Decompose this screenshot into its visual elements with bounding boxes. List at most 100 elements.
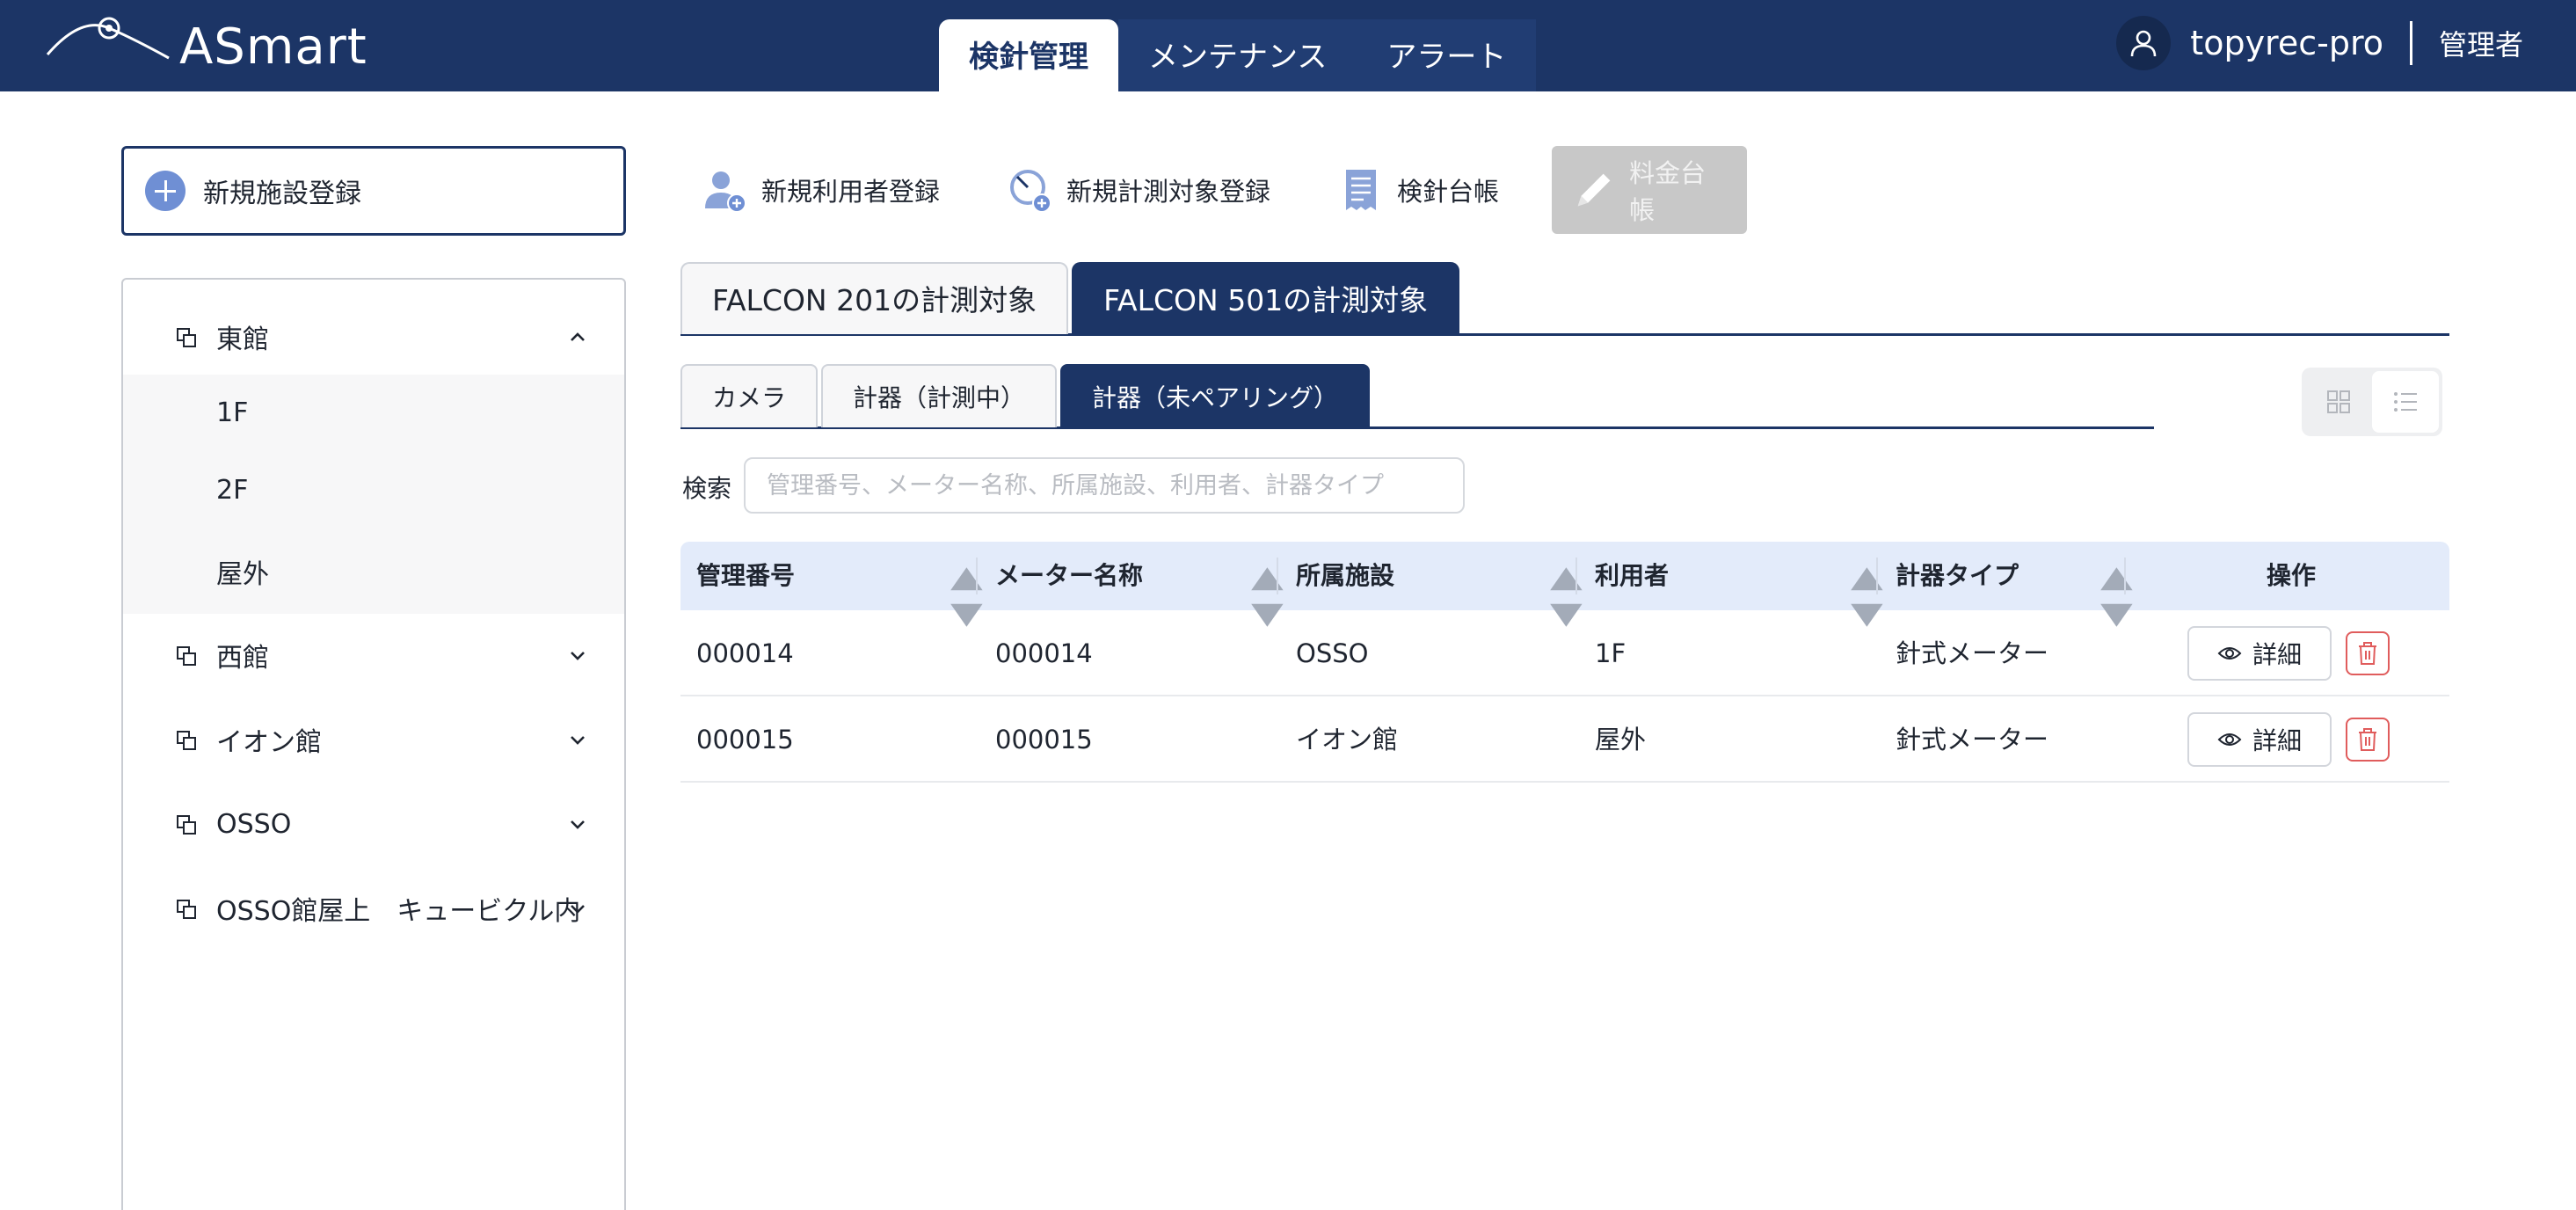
search-input[interactable] [744,457,1465,514]
add-user-icon [705,171,746,213]
user-menu[interactable]: topyrec-pro 管理者 [2116,16,2523,70]
ledger-button[interactable]: 検針台帳 [1323,146,1513,234]
meter-table: 管理番号 メーター名称 所属施設 利用者 計器タイプ 操作 000014 000… [680,542,2449,783]
username: topyrec-pro [2190,24,2383,62]
column-divider [1876,558,1878,594]
table-row: 000015 000015 イオン館 屋外 針式メーター 詳細 [680,696,2449,783]
cell-facility: OSSO [1296,638,1369,668]
tree-item-label: OSSO館屋上 キュービクル内 [216,896,581,927]
ledger-label: 検針台帳 [1397,177,1500,207]
cell-user: 屋外 [1595,725,1647,754]
top-header: ASmart 検針管理 メンテナンス アラート topyrec-pro 管理者 [0,0,2576,91]
tree-item-aeon-building[interactable]: イオン館 [123,702,624,777]
tab-falcon-501[interactable]: FALCON 501の計測対象 [1072,262,1460,334]
eye-icon [2217,647,2242,660]
column-divider [1575,558,1577,594]
fee-ledger-button[interactable]: 料金台帳 [1552,146,1748,234]
chevron-down-icon[interactable] [566,813,589,835]
cell-management-number: 000015 [696,725,794,754]
tab-falcon-201[interactable]: FALCON 201の計測対象 [680,262,1069,334]
column-header-label: 計器タイプ [1896,561,2019,590]
grid-view-button[interactable] [2305,371,2372,433]
eye-icon [2217,733,2242,746]
new-user-button[interactable]: 新規利用者登録 [688,146,954,234]
detail-button[interactable]: 詳細 [2187,712,2332,767]
column-header-label: 所属施設 [1296,561,1395,590]
facility-icon [177,731,196,750]
cell-facility: イオン館 [1296,725,1399,754]
new-user-label: 新規利用者登録 [761,177,941,207]
tree-item-west-building[interactable]: 西館 [123,617,624,693]
view-toggle [2302,368,2442,436]
detail-button[interactable]: 詳細 [2187,626,2332,681]
chevron-down-icon[interactable] [566,897,589,920]
tab-meter-measuring[interactable]: 計器（計測中） [821,364,1058,427]
new-target-button[interactable]: 新規計測対象登録 [993,146,1284,234]
tree-item-label: イオン館 [216,727,322,758]
facility-icon [177,328,196,347]
tree-item-osso-rooftop-cubicle[interactable]: OSSO館屋上 キュービクル内 [123,871,624,946]
list-view-button[interactable] [2372,371,2439,433]
new-target-label: 新規計測対象登録 [1066,177,1271,207]
tree-item-label: OSSO [216,808,292,840]
plus-circle-icon [145,171,186,211]
tab-meter-unpaired[interactable]: 計器（未ペアリング） [1060,364,1371,427]
cell-meter-name: 000014 [995,638,1093,668]
facility-icon [177,900,196,919]
column-header-label: 操作 [2267,561,2317,590]
nav-tab-maintenance[interactable]: メンテナンス [1118,19,1357,91]
tree-item-label: 西館 [216,643,269,674]
cell-meter-type: 針式メーター [1896,638,2049,668]
column-header-meter-type[interactable]: 計器タイプ [1896,542,2019,610]
facility-icon [177,646,196,666]
trash-icon [2359,728,2376,751]
nav-tab-meter-reading[interactable]: 検針管理 [939,19,1118,91]
new-facility-label: 新規施設登録 [203,179,361,209]
delete-button[interactable] [2346,631,2390,675]
tab-camera[interactable]: カメラ [680,364,819,427]
search-label: 検索 [682,474,732,503]
column-header-label: 管理番号 [696,561,796,590]
user-divider [2409,21,2412,65]
facility-tree: 東館 1F 2F 屋外 西館 イオン館 OSSO OSSO館屋上 キュービクル内 [121,278,626,1210]
grid-icon [2327,390,2350,413]
column-header-user[interactable]: 利用者 [1595,542,1669,610]
facility-icon [177,815,196,835]
add-gauge-icon [1010,170,1052,213]
fee-ledger-label: 料金台帳 [1629,158,1706,225]
cell-management-number: 000014 [696,638,794,668]
column-divider [1277,558,1278,594]
tree-child-outdoor[interactable]: 屋外 [216,552,269,591]
table-row: 000014 000014 OSSO 1F 針式メーター 詳細 [680,610,2449,696]
logo-arc-icon [46,17,170,60]
nav-tab-alert[interactable]: アラート [1357,19,1537,91]
tree-item-label: 東館 [216,324,269,355]
column-header-meter-name[interactable]: メーター名称 [995,542,1143,610]
trash-icon [2359,642,2376,665]
column-header-facility[interactable]: 所属施設 [1296,542,1394,610]
user-role: 管理者 [2438,28,2523,62]
list-icon [2394,392,2417,412]
cell-meter-type: 針式メーター [1896,725,2049,754]
chevron-down-icon[interactable] [566,644,589,667]
column-divider [2124,558,2126,594]
pencil-icon [1577,173,1611,207]
tree-child-1f[interactable]: 1F [216,397,248,428]
cell-meter-name: 000015 [995,725,1093,754]
delete-button[interactable] [2346,718,2390,762]
detail-label: 詳細 [2252,640,2302,669]
asmart-logo[interactable]: ASmart [46,9,367,76]
column-header-actions: 操作 [2267,542,2316,610]
chevron-up-icon[interactable] [566,325,589,348]
user-icon [2116,16,2172,70]
column-header-management-number[interactable]: 管理番号 [696,542,795,610]
chevron-down-icon[interactable] [566,728,589,751]
tree-children: 1F 2F 屋外 [123,375,624,614]
tree-child-2f[interactable]: 2F [216,475,248,506]
tree-item-osso[interactable]: OSSO [123,786,624,862]
detail-label: 詳細 [2252,726,2302,755]
ledger-receipt-icon [1346,170,1377,210]
tree-item-east-building[interactable]: 東館 [123,299,624,375]
new-facility-button[interactable]: 新規施設登録 [121,146,626,236]
column-divider [976,558,978,594]
